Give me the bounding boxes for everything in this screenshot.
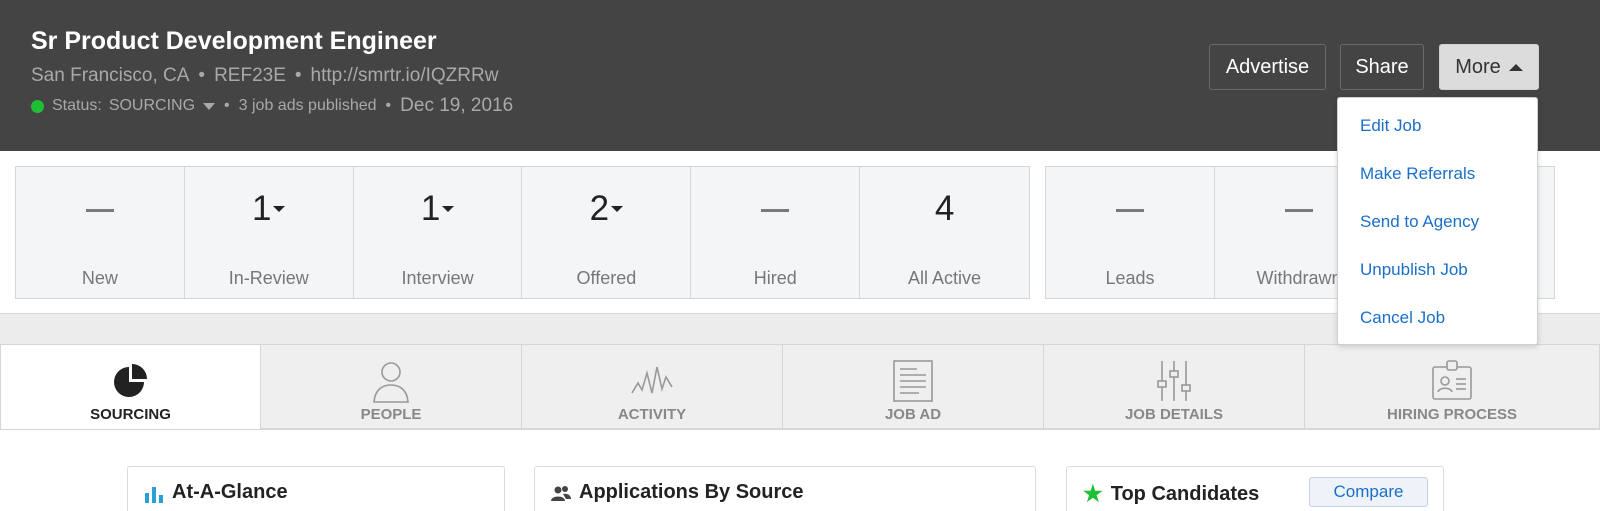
stat-offered[interactable]: 2 Offered [522,167,692,298]
separator-dot: • [294,65,302,86]
more-button-label: More [1455,55,1501,78]
document-icon [893,360,933,402]
status-label: Status: [52,97,102,114]
empty-value-dash [761,209,790,212]
activity-wave-icon [631,366,673,394]
top-candidates-card: ★ Top Candidates Compare [1066,466,1444,511]
sliders-icon [1157,361,1191,401]
empty-value-dash [1116,209,1144,212]
stat-leads[interactable]: Leads [1046,167,1215,298]
job-short-link[interactable]: http://smrtr.io/IQZRRw [311,65,499,86]
chevron-up-icon [1508,63,1523,71]
chevron-down-icon [203,102,216,110]
tab-people[interactable]: PEOPLE [261,344,522,429]
tab-label: ACTIVITY [617,406,687,423]
more-dropdown-menu: Edit Job Make Referrals Send to Agency U… [1337,97,1538,345]
pie-chart-icon [113,364,147,397]
stat-label: Hired [753,268,797,288]
pipeline-stage-group: New 1 In-Review 1 Interview 2 Offered Hi… [15,166,1030,299]
stat-value: 1 [354,189,522,229]
separator-dot: • [224,97,230,114]
stat-hired[interactable]: Hired [691,167,861,298]
separator-dot: • [198,65,206,86]
more-button[interactable]: More [1439,44,1539,90]
people-icon [551,484,571,502]
at-a-glance-card: At-A-Glance [127,466,505,511]
stat-value: 1 [185,189,353,229]
tab-sourcing[interactable]: SOURCING [0,344,261,430]
job-location: San Francisco, CA [31,65,190,86]
menu-item-send-to-agency[interactable]: Send to Agency [1338,210,1537,258]
stat-label: New [81,268,118,288]
chevron-down-icon [273,206,286,212]
chevron-down-icon [442,206,455,212]
menu-item-cancel-job[interactable]: Cancel Job [1338,306,1537,354]
job-ads-count[interactable]: 3 job ads published [239,97,377,115]
job-ref: REF23E [214,65,286,86]
separator-dot: • [385,97,392,114]
tab-job-details[interactable]: JOB DETAILS [1044,344,1305,429]
advertise-button[interactable]: Advertise [1209,44,1326,90]
star-icon: ★ [1083,481,1103,506]
stat-new[interactable]: New [16,167,185,298]
job-meta-line: San Francisco, CA • REF23E • http://smrtr.io… [31,65,498,87]
stat-in-review[interactable]: 1 In-Review [185,167,354,298]
tab-hiring-process[interactable]: HIRING PROCESS [1305,344,1600,429]
bar-chart-icon [144,483,164,503]
tab-label: SOURCING [90,406,171,423]
empty-value-dash [1285,209,1313,212]
id-badge-icon [1432,360,1472,400]
status-dot-icon [31,99,44,113]
menu-item-edit-job[interactable]: Edit Job [1338,114,1537,162]
stat-label: Interview [401,268,474,288]
status-value: SOURCING [108,97,196,114]
tab-label: PEOPLE [360,406,422,423]
job-title: Sr Product Development Engineer [31,27,437,55]
stat-label: Offered [576,268,637,288]
menu-item-unpublish-job[interactable]: Unpublish Job [1338,258,1537,306]
tab-activity[interactable]: ACTIVITY [522,344,783,429]
tab-label: HIRING PROCESS [1386,406,1518,423]
menu-item-make-referrals[interactable]: Make Referrals [1338,162,1537,210]
job-status-line: Status: SOURCING • 3 job ads published •… [31,95,513,117]
stat-label: All Active [908,268,982,288]
status-dropdown[interactable]: SOURCING [108,97,216,115]
share-button[interactable]: Share [1340,44,1424,90]
tab-job-ad[interactable]: JOB AD [783,344,1044,429]
sourcing-content: At-A-Glance Applications By Source ★ Top… [0,429,1600,511]
stat-interview[interactable]: 1 Interview [354,167,523,298]
person-icon [373,362,409,403]
compare-button[interactable]: Compare [1309,477,1428,507]
tab-label: JOB DETAILS [1124,406,1224,423]
job-date: Dec 19, 2016 [400,95,514,116]
chevron-down-icon [611,206,624,212]
stat-label: In-Review [228,268,309,288]
tab-label: JOB AD [884,406,942,423]
card-title: At-A-Glance [144,481,288,504]
stat-label: Leads [1105,268,1155,288]
stat-value: 4 [934,189,955,228]
card-title: ★ Top Candidates [1083,481,1260,506]
empty-value-dash [85,209,114,212]
card-title: Applications By Source [551,481,804,504]
job-tabs: SOURCING PEOPLE ACTIVITY JOB AD JOB DETA… [0,344,1600,430]
stat-value: 2 [522,189,690,229]
applications-by-source-card: Applications By Source [534,466,1036,511]
stat-all-active[interactable]: 4 All Active [860,167,1029,298]
